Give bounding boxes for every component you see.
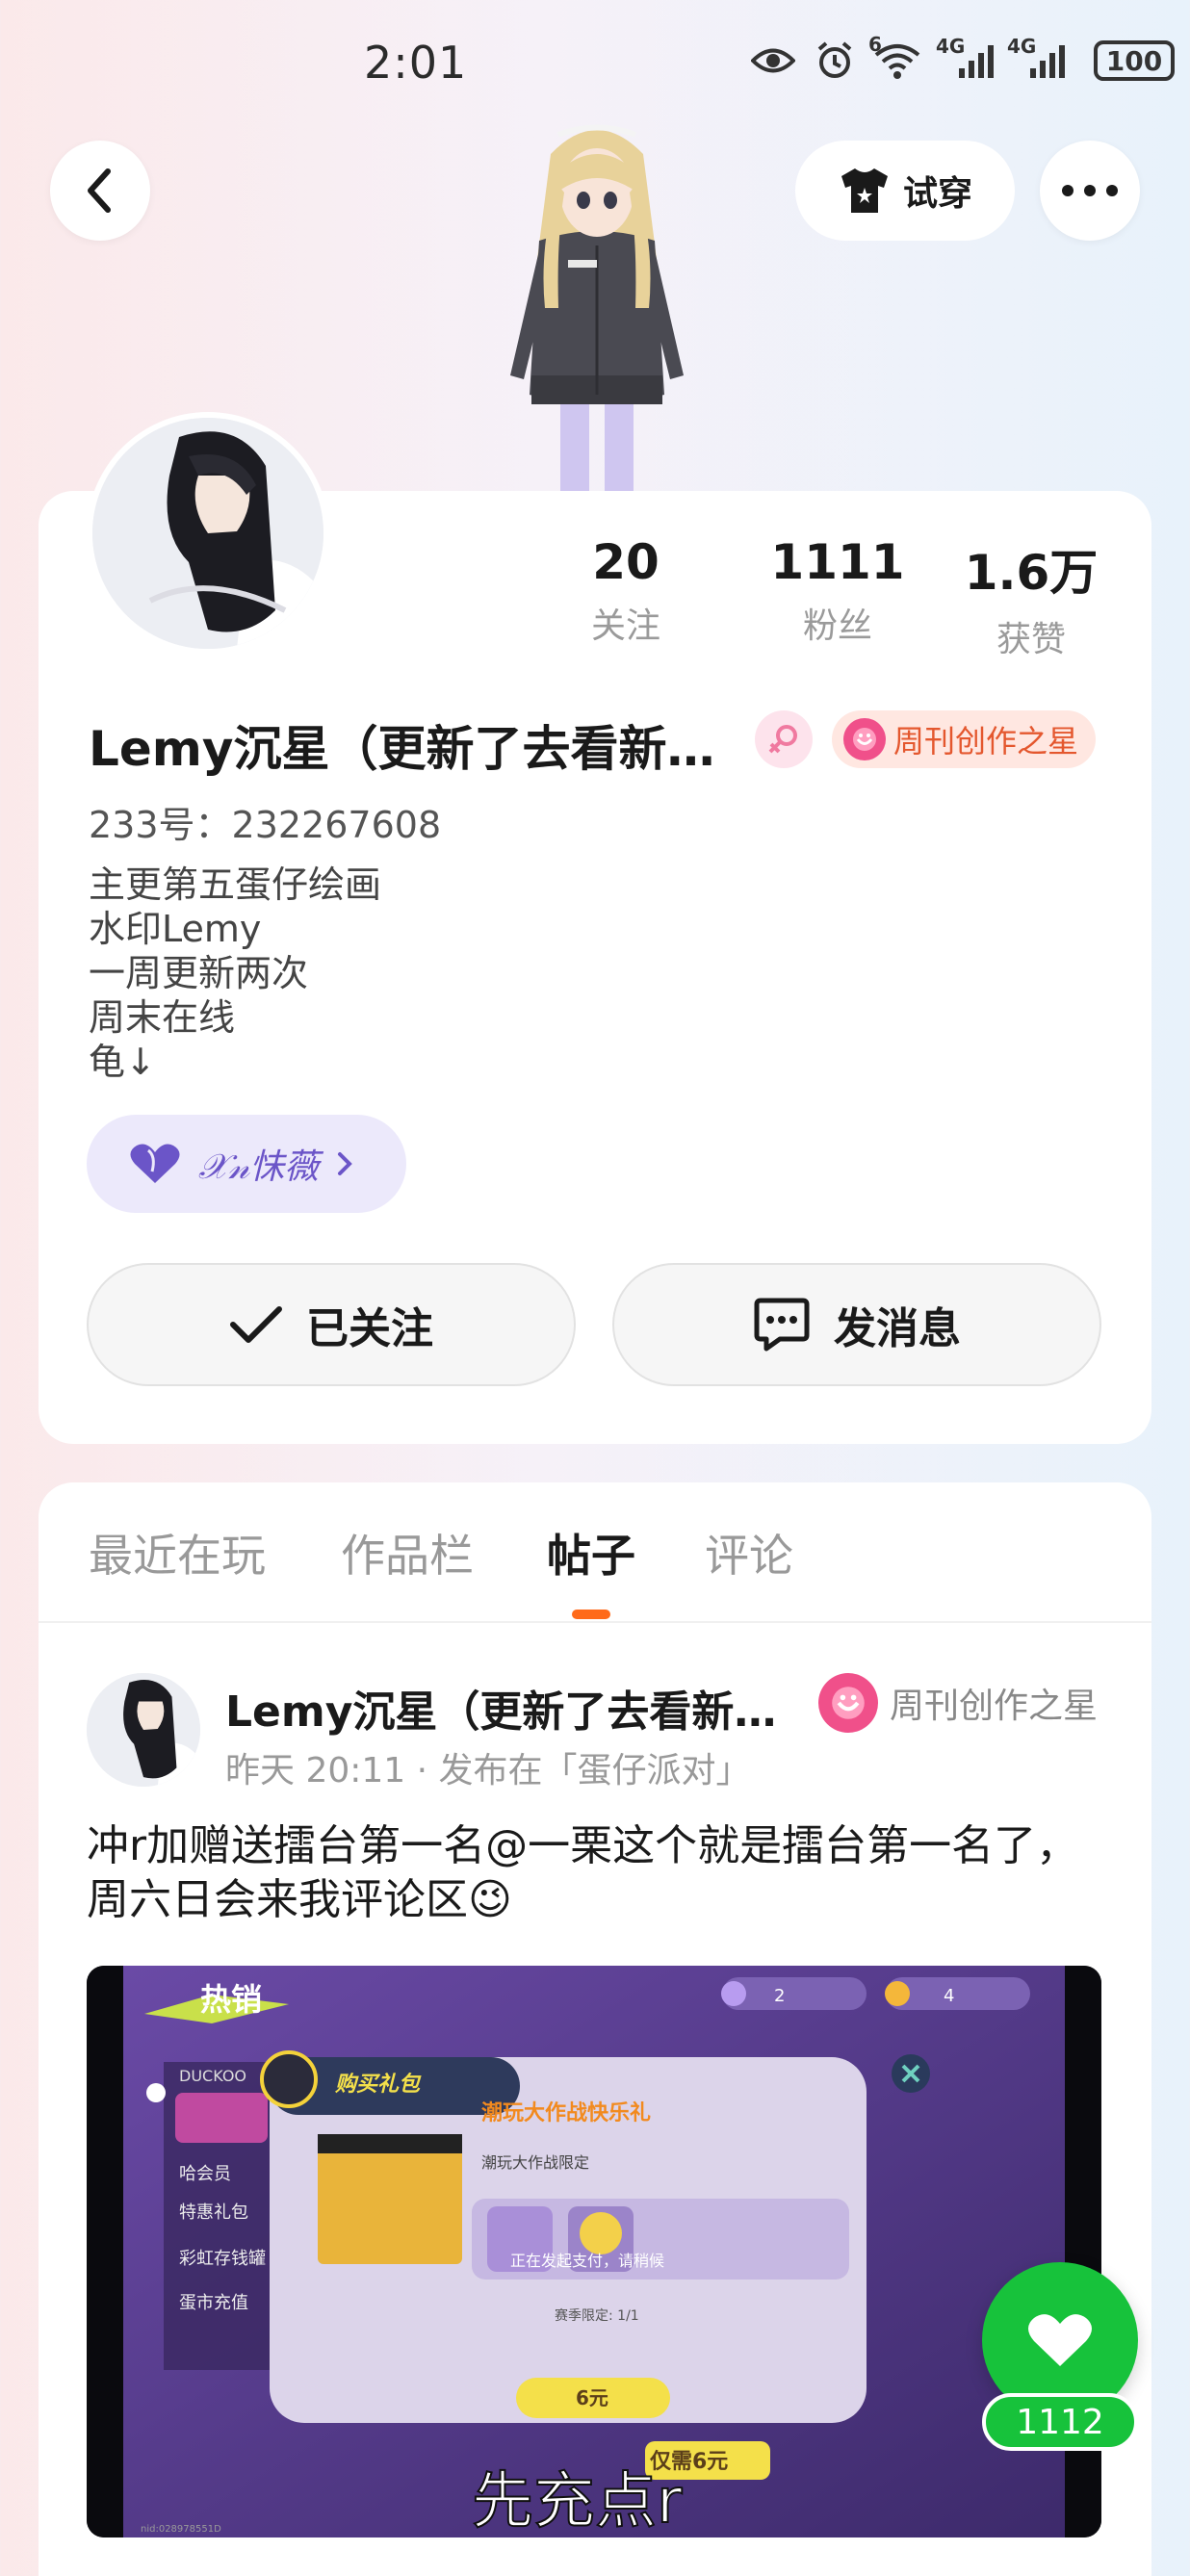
- game-screenshot: 热销 购买礼包 潮玩大作战快乐礼 潮玩大作战限定 正在发起支付，请稍候 赛季限定…: [87, 1966, 1101, 2537]
- tab-active-indicator: [572, 1610, 610, 1619]
- buy-gift-label: 购买礼包: [334, 2072, 422, 2097]
- tab-comments[interactable]: 评论: [705, 1521, 793, 1584]
- menu-item-2: 特惠礼包: [179, 2202, 248, 2223]
- profile-bio: 主更第五蛋仔绘画 水印Lemy 一周更新两次 周末在线 龟↓: [89, 863, 381, 1084]
- battery-indicator: 100: [1094, 40, 1175, 81]
- status-time: 2:01: [364, 37, 468, 89]
- bio-line: 周末在线: [89, 996, 236, 1039]
- signal-icon-1: 4G: [936, 35, 997, 83]
- profile-username: Lemy沉星（更新了去看新…: [89, 721, 715, 777]
- post-meta: 昨天 20:11 · 发布在「蛋仔派对」: [225, 1751, 751, 1790]
- chevron-left-icon: [88, 168, 111, 213]
- price-button-label: 6元: [576, 2386, 608, 2409]
- post-author-avatar[interactable]: [87, 1673, 200, 1787]
- guild-chip-label: 𝒳𝓃怽薇: [198, 1147, 320, 1187]
- profile-uid[interactable]: 233号：232267608: [89, 795, 441, 848]
- wifi-label: 6: [868, 33, 882, 56]
- guild-chip[interactable]: 𝒳𝓃怽薇: [87, 1115, 406, 1213]
- signal-label-2: 4G: [1007, 35, 1037, 58]
- character-figure[interactable]: [472, 116, 722, 496]
- post-image[interactable]: 热销 购买礼包 潮玩大作战快乐礼 潮玩大作战限定 正在发起支付，请稍候 赛季限定…: [87, 1966, 1101, 2537]
- back-button[interactable]: [50, 141, 150, 241]
- profile-avatar[interactable]: [87, 412, 329, 655]
- bio-line: 水印Lemy: [89, 908, 262, 950]
- stat-label: 获赞: [996, 620, 1066, 659]
- currency-count-1: 2: [774, 1986, 785, 2006]
- message-button[interactable]: 发消息: [612, 1263, 1101, 1386]
- post-author-name[interactable]: Lemy沉星（更新了去看新…: [225, 1677, 793, 1739]
- post-text[interactable]: 冲r加赠送擂台第一名@一栗这个就是擂台第一名了，周六日会来我评论区😉: [87, 1819, 1107, 1927]
- message-label: 发消息: [834, 1304, 961, 1353]
- stat-value: 20: [592, 534, 660, 590]
- bio-line: 龟↓: [89, 1041, 156, 1083]
- chevron-right-icon: [338, 1152, 352, 1175]
- medal-icon: [818, 1673, 878, 1733]
- try-on-label: 试穿: [902, 174, 972, 214]
- avatar-image: [92, 418, 323, 649]
- tshirt-icon: [841, 168, 888, 213]
- heart-icon: [1028, 2314, 1092, 2366]
- alarm-icon: [811, 39, 859, 83]
- paying-text: 正在发起支付，请稍候: [510, 2252, 664, 2270]
- tab-divider: [39, 1621, 1151, 1623]
- try-on-button[interactable]: 试穿: [795, 141, 1015, 241]
- signal-label-1: 4G: [936, 35, 966, 58]
- status-bar: 2:01 6 4G 4G 100: [0, 0, 1190, 135]
- stat-value: 1111: [770, 534, 905, 590]
- currency-count-2: 4: [944, 1986, 954, 2006]
- tab-recent-play[interactable]: 最近在玩: [89, 1521, 266, 1584]
- gift-title: 潮玩大作战快乐礼: [481, 2100, 651, 2125]
- status-icons: 6 4G 4G 100: [747, 33, 1190, 92]
- tab-works[interactable]: 作品栏: [341, 1521, 474, 1584]
- menu-item-0: DUCKOO: [179, 2067, 246, 2085]
- stat-likes[interactable]: 1.6万 获赞: [944, 534, 1118, 661]
- menu-item-1: 哈会员: [179, 2164, 231, 2184]
- follow-label: 已关注: [306, 1304, 433, 1353]
- post-creator-badge[interactable]: 周刊创作之星: [818, 1673, 1098, 1733]
- more-dots-icon: [1062, 185, 1118, 196]
- image-watermark: nid:028978551D: [141, 2524, 221, 2535]
- bio-line: 一周更新两次: [89, 952, 309, 994]
- tab-posts[interactable]: 帖子: [547, 1521, 635, 1584]
- stat-label: 关注: [590, 606, 660, 646]
- stat-followers[interactable]: 1111 粉丝: [751, 534, 924, 648]
- video-caption: 先充点r: [472, 2466, 683, 2537]
- follow-button[interactable]: 已关注: [87, 1263, 576, 1386]
- season-limit: 赛季限定: 1/1: [555, 2308, 639, 2324]
- post-badge-label: 周刊创作之星: [890, 1687, 1099, 1726]
- stat-label: 粉丝: [802, 606, 872, 646]
- signal-icon-2: 4G: [1007, 35, 1069, 83]
- check-icon: [230, 1306, 282, 1343]
- stat-value: 1.6万: [964, 545, 1099, 601]
- like-count: 1112: [982, 2393, 1138, 2451]
- stat-following[interactable]: 20 关注: [539, 534, 712, 648]
- hot-sale-label: 热销: [200, 1981, 262, 2018]
- bio-line: 主更第五蛋仔绘画: [89, 863, 382, 906]
- medal-icon: [843, 718, 886, 760]
- wifi-icon: 6: [868, 33, 924, 83]
- heart-icon: [130, 1144, 180, 1183]
- gift-subtitle: 潮玩大作战限定: [481, 2153, 589, 2172]
- menu-item-3: 彩虹存钱罐: [179, 2249, 266, 2269]
- chat-bubble-icon: [754, 1298, 810, 1352]
- menu-item-4: 蛋市充值: [179, 2293, 248, 2313]
- female-gender-icon: [755, 710, 813, 768]
- profile-stats: 20 关注 1111 粉丝 1.6万 获赞: [539, 534, 1136, 659]
- creator-badge-label: 周刊创作之星: [893, 723, 1079, 760]
- eye-icon: [747, 39, 799, 83]
- more-button[interactable]: [1040, 141, 1140, 241]
- creator-badge[interactable]: 周刊创作之星: [832, 710, 1097, 768]
